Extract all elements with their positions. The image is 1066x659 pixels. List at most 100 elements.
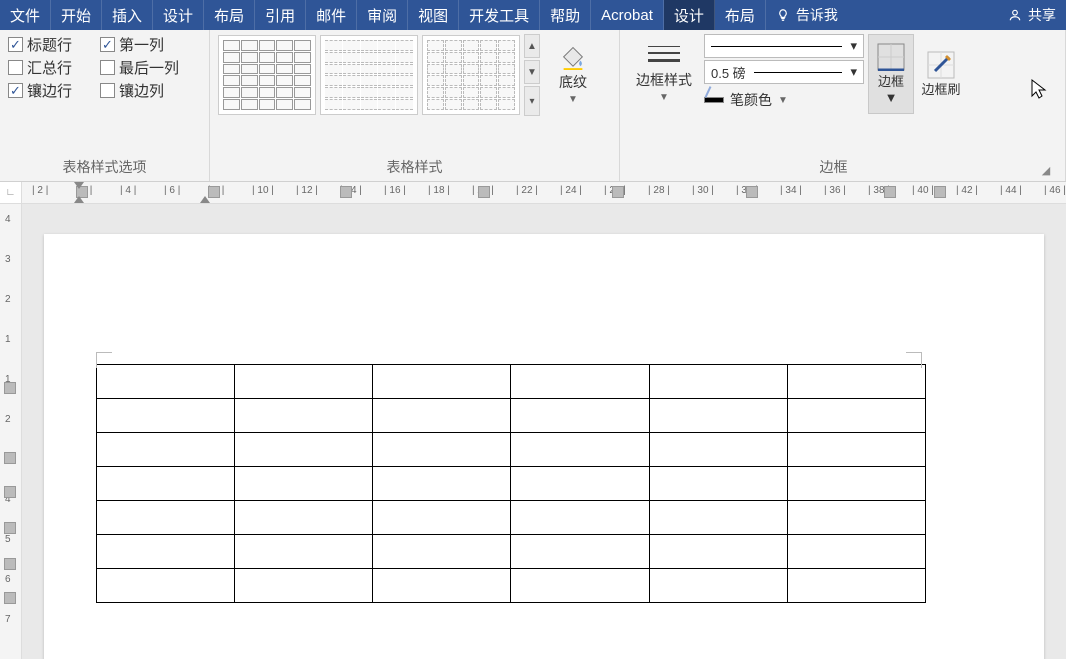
indent-marker-right[interactable] (200, 196, 210, 203)
table-cell[interactable] (235, 467, 373, 501)
table-cell[interactable] (373, 365, 511, 399)
row-marker[interactable] (4, 382, 16, 394)
table-row[interactable] (97, 501, 926, 535)
table-cell[interactable] (373, 399, 511, 433)
tab-tabletools-design[interactable]: 设计 (664, 0, 715, 30)
table-cell[interactable] (649, 535, 787, 569)
table-cell[interactable] (511, 433, 649, 467)
table-cell[interactable] (787, 569, 925, 603)
table-cell[interactable] (787, 501, 925, 535)
border-styles-button[interactable]: 边框样式 ▼ (628, 34, 700, 109)
tab-tabletools-layout[interactable]: 布局 (715, 0, 766, 30)
row-marker[interactable] (4, 486, 16, 498)
document-table[interactable] (96, 364, 926, 603)
table-cell[interactable] (97, 569, 235, 603)
gallery-scroll-up[interactable]: ▲ (524, 34, 540, 58)
style-thumb-3[interactable] (422, 35, 520, 115)
row-marker[interactable] (4, 592, 16, 604)
vertical-ruler[interactable]: 43211234567 (0, 204, 22, 659)
borders-button[interactable]: 边框 ▼ (868, 34, 914, 114)
share-button[interactable]: 共享 (998, 0, 1066, 30)
dialog-launcher-icon[interactable]: ◢ (1039, 163, 1053, 177)
table-cell[interactable] (235, 433, 373, 467)
table-cell[interactable] (235, 501, 373, 535)
table-cell[interactable] (235, 569, 373, 603)
row-marker[interactable] (4, 558, 16, 570)
gallery-scroll-down[interactable]: ▼ (524, 60, 540, 84)
chk-banded-rows[interactable]: 镶边行 (8, 80, 94, 101)
table-cell[interactable] (373, 569, 511, 603)
table-cell[interactable] (787, 535, 925, 569)
table-cell[interactable] (235, 535, 373, 569)
row-marker[interactable] (4, 452, 16, 464)
tab-file[interactable]: 文件 (0, 0, 51, 30)
tab-stop[interactable] (340, 186, 352, 198)
chk-total-row[interactable]: 汇总行 (8, 57, 94, 78)
style-thumb-1[interactable] (218, 35, 316, 115)
table-cell[interactable] (649, 501, 787, 535)
tab-references[interactable]: 引用 (255, 0, 306, 30)
chk-last-col[interactable]: 最后一列 (100, 57, 201, 78)
tab-insert[interactable]: 插入 (102, 0, 153, 30)
table-cell[interactable] (373, 467, 511, 501)
table-cell[interactable] (235, 365, 373, 399)
chk-header-row[interactable]: 标题行 (8, 34, 94, 55)
chk-banded-cols[interactable]: 镶边列 (100, 80, 201, 101)
table-cell[interactable] (787, 399, 925, 433)
table-cell[interactable] (649, 399, 787, 433)
tab-acrobat[interactable]: Acrobat (591, 0, 664, 30)
table-cell[interactable] (373, 535, 511, 569)
table-cell[interactable] (511, 501, 649, 535)
tab-home[interactable]: 开始 (51, 0, 102, 30)
table-row[interactable] (97, 399, 926, 433)
table-row[interactable] (97, 535, 926, 569)
table-cell[interactable] (97, 467, 235, 501)
table-cell[interactable] (511, 535, 649, 569)
line-weight-select[interactable]: 0.5 磅▾ (704, 60, 864, 84)
horizontal-ruler[interactable]: ∟ | 2 || 2 || 4 || 6 || 8 || 10 || 12 ||… (0, 182, 1066, 204)
pen-color-button[interactable]: 笔颜色 ▼ (704, 86, 864, 110)
tab-help[interactable]: 帮助 (540, 0, 591, 30)
table-style-gallery[interactable]: ▲ ▼ ▾ (218, 34, 540, 116)
row-marker[interactable] (4, 522, 16, 534)
line-style-select[interactable]: ▾ (704, 34, 864, 58)
table-cell[interactable] (97, 433, 235, 467)
gallery-expand[interactable]: ▾ (524, 86, 540, 116)
table-cell[interactable] (235, 399, 373, 433)
tab-selector[interactable]: ∟ (0, 182, 22, 204)
table-cell[interactable] (511, 467, 649, 501)
table-cell[interactable] (373, 501, 511, 535)
table-cell[interactable] (649, 365, 787, 399)
tab-stop[interactable] (478, 186, 490, 198)
tab-mailings[interactable]: 邮件 (306, 0, 357, 30)
border-painter-button[interactable]: 边框刷 (918, 34, 964, 114)
table-cell[interactable] (649, 569, 787, 603)
table-cell[interactable] (511, 569, 649, 603)
tab-design[interactable]: 设计 (153, 0, 204, 30)
tab-stop[interactable] (934, 186, 946, 198)
chk-first-col[interactable]: 第一列 (100, 34, 201, 55)
table-cell[interactable] (787, 433, 925, 467)
tab-view[interactable]: 视图 (408, 0, 459, 30)
table-cell[interactable] (511, 399, 649, 433)
table-cell[interactable] (97, 535, 235, 569)
table-cell[interactable] (97, 399, 235, 433)
tab-stop[interactable] (612, 186, 624, 198)
table-row[interactable] (97, 365, 926, 399)
table-cell[interactable] (649, 433, 787, 467)
tab-layout[interactable]: 布局 (204, 0, 255, 30)
tab-stop[interactable] (884, 186, 896, 198)
tab-review[interactable]: 审阅 (357, 0, 408, 30)
table-cell[interactable] (787, 467, 925, 501)
table-cell[interactable] (649, 467, 787, 501)
shading-button[interactable]: 底纹 ▼ (548, 34, 598, 111)
indent-marker-bottom[interactable] (74, 196, 84, 203)
tab-stop[interactable] (746, 186, 758, 198)
table-cell[interactable] (97, 365, 235, 399)
table-cell[interactable] (511, 365, 649, 399)
table-cell[interactable] (787, 365, 925, 399)
table-row[interactable] (97, 433, 926, 467)
table-row[interactable] (97, 467, 926, 501)
table-row[interactable] (97, 569, 926, 603)
document-viewport[interactable] (22, 204, 1066, 659)
